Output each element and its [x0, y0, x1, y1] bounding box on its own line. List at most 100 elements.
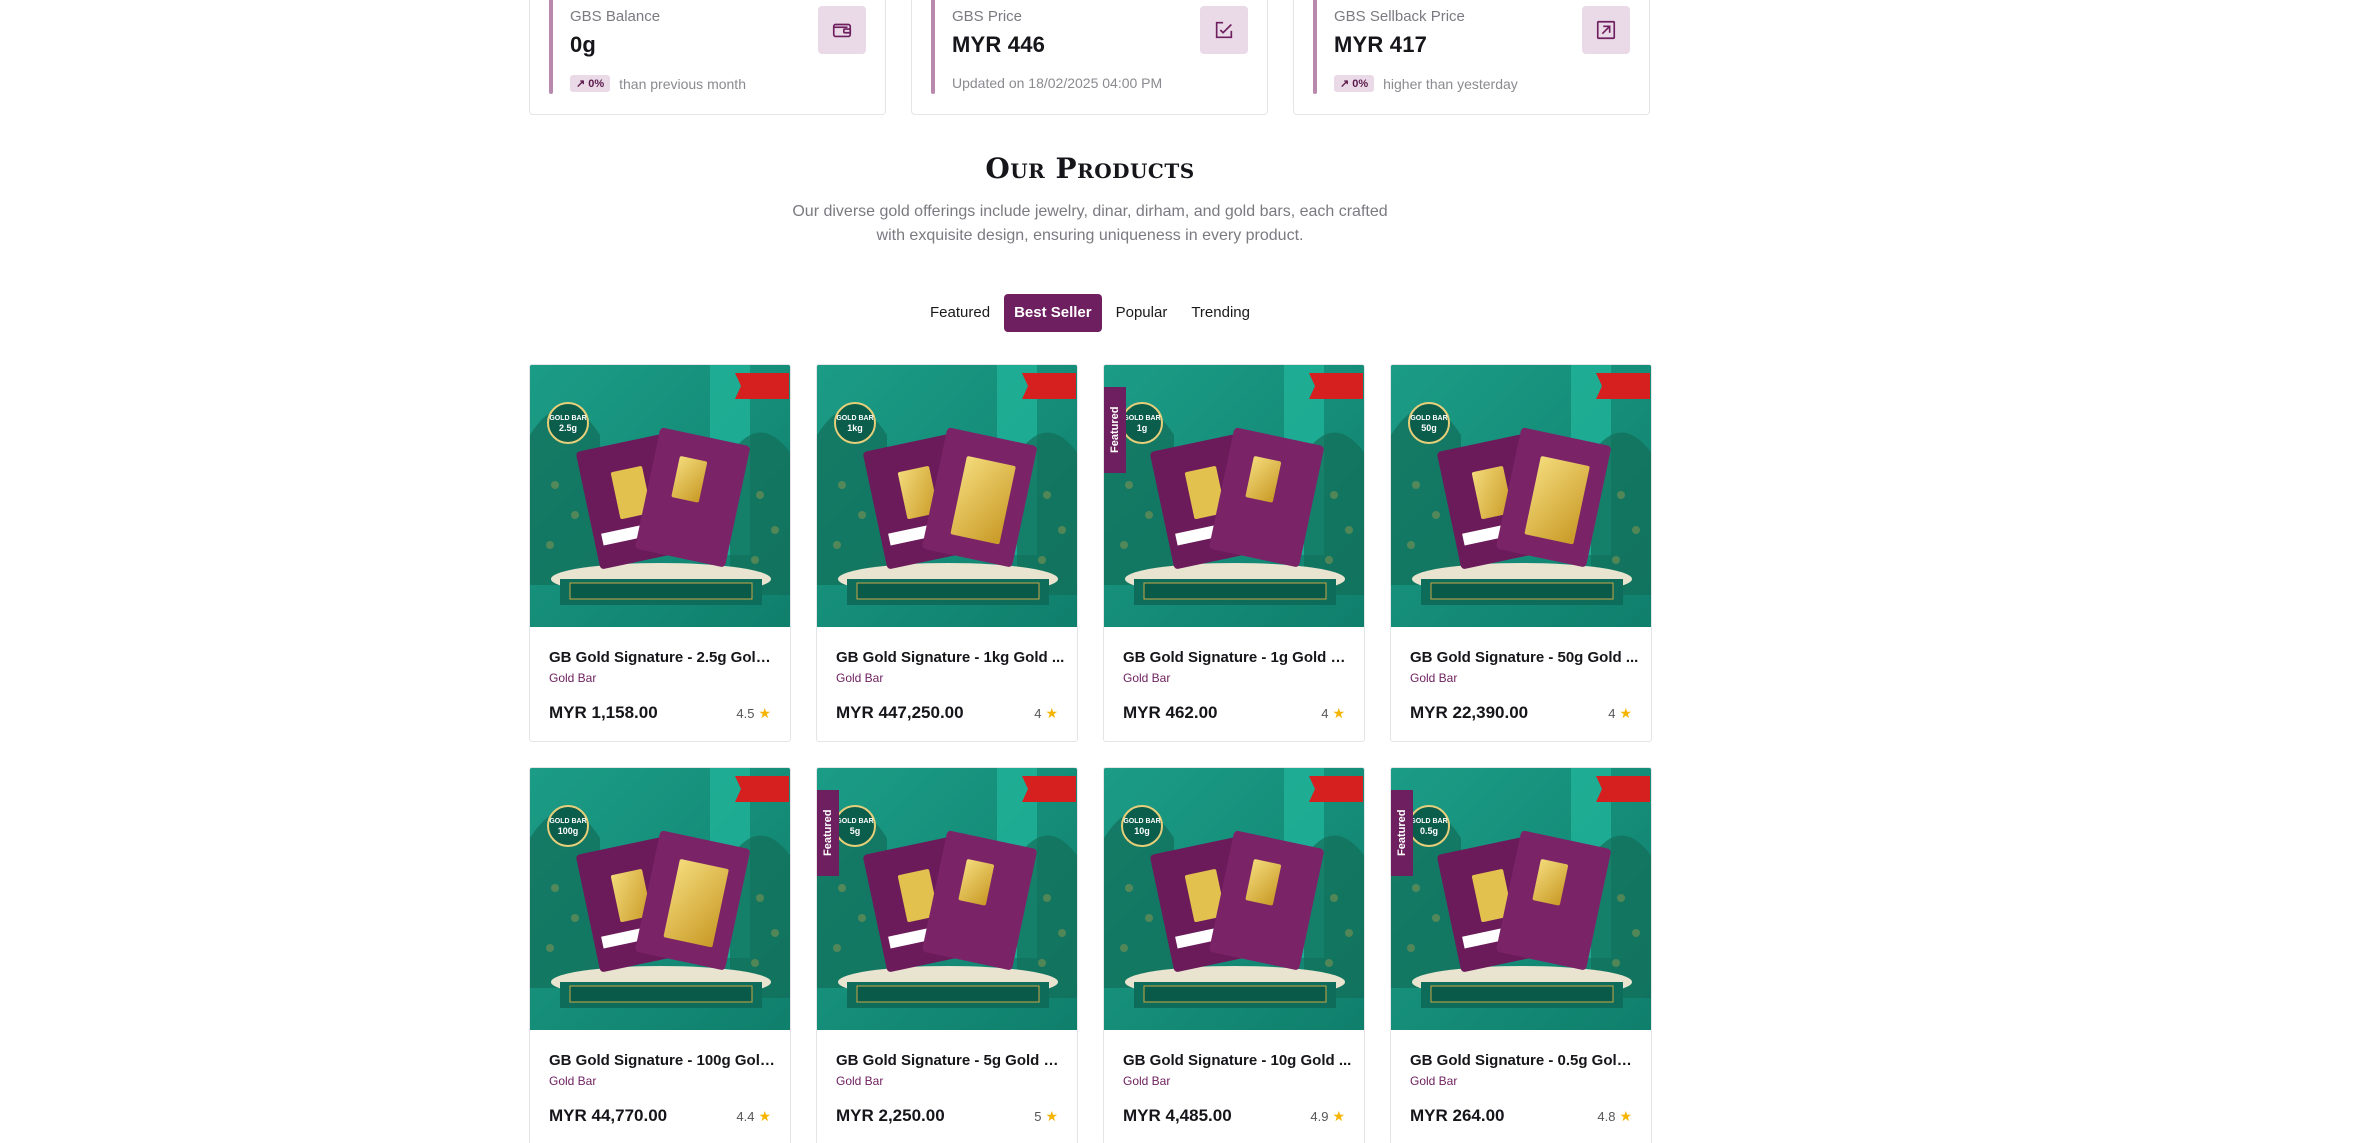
rating-value: 4 [1034, 706, 1042, 721]
product-rating: 4 ★ [1608, 705, 1632, 722]
svg-text:GOLD BAR: GOLD BAR [1123, 818, 1160, 825]
accent-bar [549, 0, 553, 94]
stat-footer: ↗ 0% than previous month [570, 75, 746, 92]
svg-text:0.5g: 0.5g [1420, 826, 1438, 836]
product-card[interactable]: GOLD BAR 10g GB Gold Signature - 10g Gol… [1103, 767, 1365, 1143]
product-name[interactable]: GB Gold Signature - 5g Gold Bar [836, 1052, 1066, 1069]
product-category: Gold Bar [1410, 1074, 1458, 1088]
product-image[interactable]: GOLD BAR 2.5g [530, 365, 790, 627]
product-category: Gold Bar [1410, 671, 1458, 685]
edit-square-icon [1200, 6, 1248, 54]
tab-trending[interactable]: Trending [1181, 294, 1260, 332]
featured-tag: Featured [1391, 790, 1413, 876]
percent-badge: ↗ 0% [1334, 75, 1375, 92]
star-icon: ★ [1045, 1108, 1058, 1124]
product-rating: 4.4 ★ [736, 1108, 771, 1125]
stat-footer: ↗ 0% higher than yesterday [1334, 75, 1518, 92]
product-rating: 5 ★ [1034, 1108, 1058, 1125]
tab-featured[interactable]: Featured [920, 294, 1000, 332]
svg-text:GOLD BAR: GOLD BAR [549, 818, 586, 825]
product-name[interactable]: GB Gold Signature - 100g Gold... [549, 1052, 779, 1069]
product-name[interactable]: GB Gold Signature - 1kg Gold ... [836, 649, 1066, 666]
product-image[interactable]: GOLD BAR 50g [1391, 365, 1651, 627]
star-icon: ★ [1045, 705, 1058, 721]
product-price: MYR 4,485.00 [1123, 1106, 1232, 1125]
star-icon: ★ [1619, 1108, 1632, 1124]
stats-row: GBS Balance 0g ↗ 0% than previous month … [529, 0, 1650, 115]
product-image[interactable]: GOLD BAR 100g [530, 768, 790, 1030]
star-icon: ★ [758, 1108, 771, 1124]
stat-foot-text: than previous month [619, 75, 746, 92]
arrow-up-right-square-icon [1582, 6, 1630, 54]
product-card[interactable]: GOLD BAR 1kg GB Gold Signature - 1kg Gol… [816, 364, 1078, 742]
product-image[interactable]: GOLD BAR 0.5g Featured [1391, 768, 1651, 1030]
product-name[interactable]: GB Gold Signature - 0.5g Gold ... [1410, 1052, 1640, 1069]
product-card[interactable]: GOLD BAR 5g Featured GB Gold Signature -… [816, 767, 1078, 1143]
stat-card-sellback: GBS Sellback Price MYR 417 ↗ 0% higher t… [1293, 0, 1650, 115]
svg-text:5g: 5g [850, 826, 861, 836]
product-price: MYR 22,390.00 [1410, 703, 1529, 722]
product-name[interactable]: GB Gold Signature - 50g Gold ... [1410, 649, 1640, 666]
star-icon: ★ [1619, 705, 1632, 721]
product-card[interactable]: GOLD BAR 1g Featured GB Gold Signature -… [1103, 364, 1365, 742]
stat-footer: Updated on 18/02/2025 04:00 PM [952, 75, 1162, 91]
stat-value: MYR 417 [1334, 32, 1428, 57]
svg-text:2.5g: 2.5g [559, 423, 577, 433]
svg-text:GOLD BAR: GOLD BAR [1123, 415, 1160, 422]
product-card[interactable]: GOLD BAR 100g GB Gold Signature - 100g G… [529, 767, 791, 1143]
stat-label: GBS Balance [570, 8, 661, 25]
stat-label: GBS Sellback Price [1334, 8, 1465, 25]
product-rating: 4 ★ [1034, 705, 1058, 722]
product-price: MYR 264.00 [1410, 1106, 1505, 1125]
featured-tag: Featured [1104, 387, 1126, 473]
tab-best-seller[interactable]: Best Seller [1004, 294, 1102, 332]
percent-badge: ↗ 0% [570, 75, 611, 92]
product-category: Gold Bar [549, 671, 597, 685]
product-price: MYR 1,158.00 [549, 703, 658, 722]
svg-text:1kg: 1kg [847, 423, 863, 433]
stat-foot-text: higher than yesterday [1383, 75, 1518, 92]
product-rating: 4.5 ★ [736, 705, 771, 722]
rating-value: 5 [1034, 1109, 1042, 1124]
accent-bar [1313, 0, 1317, 94]
product-price: MYR 462.00 [1123, 703, 1218, 722]
product-rating: 4.9 ★ [1310, 1108, 1345, 1125]
svg-text:GOLD BAR: GOLD BAR [836, 818, 873, 825]
product-image[interactable]: GOLD BAR 1g Featured [1104, 365, 1364, 627]
product-name[interactable]: GB Gold Signature - 2.5g Gold ... [549, 649, 779, 666]
star-icon: ★ [1332, 1108, 1345, 1124]
product-name[interactable]: GB Gold Signature - 1g Gold Bar [1123, 649, 1353, 666]
product-card[interactable]: GOLD BAR 2.5g GB Gold Signature - 2.5g G… [529, 364, 791, 742]
product-category: Gold Bar [1123, 671, 1171, 685]
product-image[interactable]: GOLD BAR 1kg [817, 365, 1077, 627]
product-rating: 4 ★ [1321, 705, 1345, 722]
stat-label: GBS Price [952, 8, 1023, 25]
svg-text:GOLD BAR: GOLD BAR [836, 415, 873, 422]
arrow-up-right-icon: ↗ [576, 78, 586, 90]
rating-value: 4 [1608, 706, 1616, 721]
svg-text:GOLD BAR: GOLD BAR [1410, 415, 1447, 422]
product-category: Gold Bar [549, 1074, 597, 1088]
product-name[interactable]: GB Gold Signature - 10g Gold ... [1123, 1052, 1353, 1069]
product-card[interactable]: GOLD BAR 0.5g Featured GB Gold Signature… [1390, 767, 1652, 1143]
product-image[interactable]: GOLD BAR 10g [1104, 768, 1364, 1030]
star-icon: ★ [1332, 705, 1345, 721]
stat-foot-text: Updated on 18/02/2025 04:00 PM [952, 75, 1163, 91]
product-card[interactable]: GOLD BAR 50g GB Gold Signature - 50g Gol… [1390, 364, 1652, 742]
rating-value: 4.4 [736, 1109, 755, 1124]
svg-text:10g: 10g [1134, 826, 1150, 836]
stat-value: 0g [570, 32, 597, 57]
product-price: MYR 447,250.00 [836, 703, 964, 722]
product-image[interactable]: GOLD BAR 5g Featured [817, 768, 1077, 1030]
tab-popular[interactable]: Popular [1106, 294, 1178, 332]
svg-text:50g: 50g [1421, 423, 1437, 433]
svg-text:GOLD BAR: GOLD BAR [1410, 818, 1447, 825]
stat-value: MYR 446 [952, 32, 1046, 57]
products-title: Our Products [985, 152, 1195, 185]
svg-text:100g: 100g [558, 826, 579, 836]
product-category: Gold Bar [836, 671, 884, 685]
svg-text:1g: 1g [1137, 423, 1148, 433]
stat-card-price: GBS Price MYR 446 Updated on 18/02/2025 … [911, 0, 1268, 115]
product-rating: 4.8 ★ [1597, 1108, 1632, 1125]
product-grid: GOLD BAR 2.5g GB Gold Signature - 2.5g G… [529, 364, 1652, 1143]
